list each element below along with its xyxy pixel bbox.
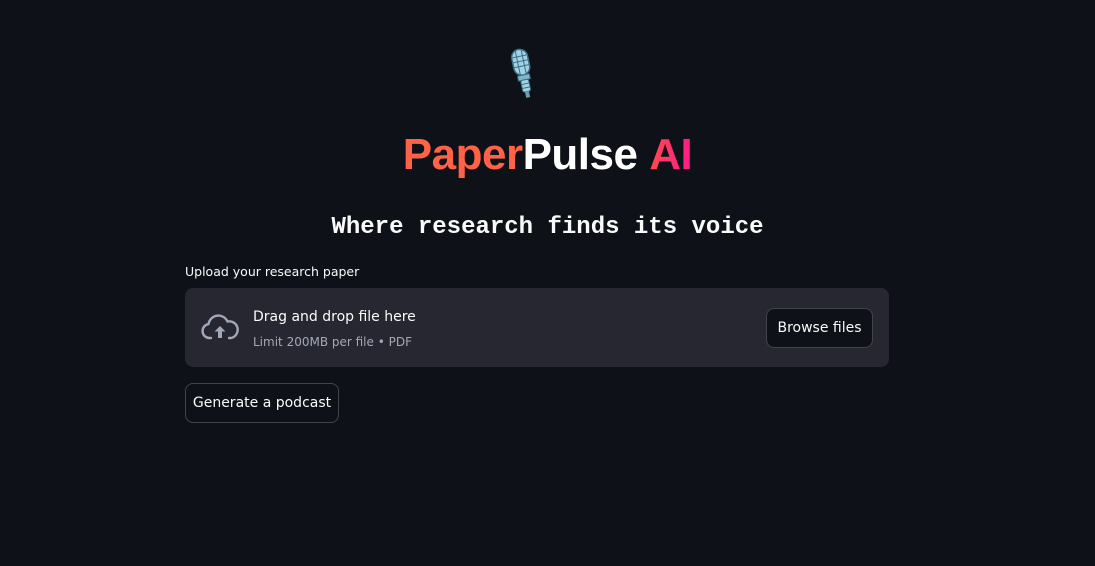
title-paper: Paper xyxy=(402,130,523,179)
file-dropzone[interactable]: Drag and drop file here Limit 200MB per … xyxy=(185,288,889,367)
upload-label: Upload your research paper xyxy=(185,264,360,279)
app-page: PaperPulse AI Where research finds its v… xyxy=(0,0,1095,566)
browse-files-button[interactable]: Browse files xyxy=(766,308,873,348)
app-subtitle: Where research finds its voice xyxy=(331,214,764,241)
title-pulse: Pulse xyxy=(522,130,638,179)
drop-instructions: Drag and drop file here xyxy=(253,309,416,325)
title-ai: AI xyxy=(649,130,693,179)
app-title: PaperPulse AI xyxy=(0,128,1095,182)
cloud-upload-icon xyxy=(201,314,239,340)
file-limit-text: Limit 200MB per file • PDF xyxy=(253,335,412,349)
generate-podcast-button[interactable]: Generate a podcast xyxy=(185,383,339,423)
microphone-icon xyxy=(510,48,531,98)
